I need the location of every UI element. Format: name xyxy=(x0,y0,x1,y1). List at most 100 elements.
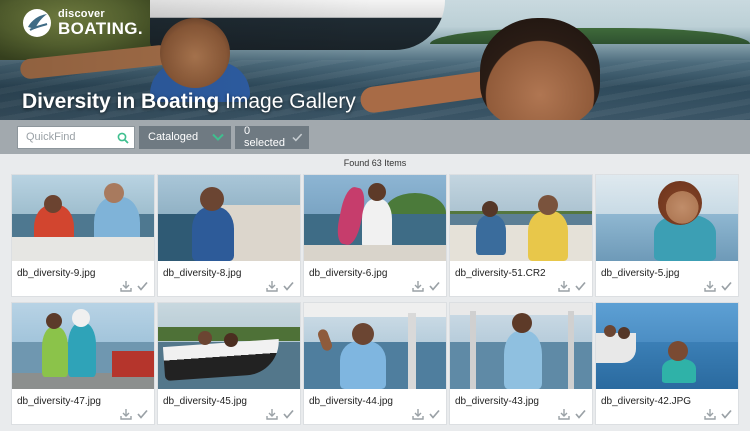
catalog-filter-label: Cataloged xyxy=(148,131,199,143)
image-card[interactable]: db_diversity-6.jpg xyxy=(304,175,446,296)
image-card[interactable]: db_diversity-9.jpg xyxy=(12,175,154,296)
thumb-head xyxy=(604,325,616,337)
thumbnail[interactable] xyxy=(596,303,738,389)
select-check-icon[interactable] xyxy=(721,281,732,291)
thumbnail[interactable] xyxy=(450,303,592,389)
file-name: db_diversity-45.jpg xyxy=(163,396,247,407)
file-name: db_diversity-43.jpg xyxy=(455,396,539,407)
download-icon[interactable] xyxy=(412,408,424,420)
hero-banner: discover BOATING. Diversity in Boating I… xyxy=(0,0,750,120)
thumbnail[interactable] xyxy=(304,303,446,389)
thumbnail[interactable] xyxy=(304,175,446,261)
thumb-head xyxy=(512,313,532,333)
page-title-rest: Image Gallery xyxy=(219,90,356,113)
thumb-person xyxy=(476,215,506,255)
thumb-head xyxy=(72,309,90,327)
card-actions xyxy=(704,408,732,420)
thumbnail[interactable] xyxy=(596,175,738,261)
image-card[interactable]: db_diversity-47.jpg xyxy=(12,303,154,424)
file-name: db_diversity-5.jpg xyxy=(601,268,680,279)
file-name: db_diversity-9.jpg xyxy=(17,268,96,279)
thumb-person xyxy=(340,341,386,389)
selection-button[interactable]: 0 selected xyxy=(235,125,309,149)
check-icon xyxy=(292,133,303,142)
select-check-icon[interactable] xyxy=(137,281,148,291)
thumb-person xyxy=(504,331,542,389)
image-card[interactable]: db_diversity-44.jpg xyxy=(304,303,446,424)
page-title-bold: Diversity in Boating xyxy=(22,90,220,113)
catalog-filter-dropdown[interactable]: Cataloged xyxy=(139,125,231,149)
card-actions xyxy=(704,280,732,292)
thumb-head xyxy=(658,181,702,225)
brand-logo[interactable]: discover BOATING. xyxy=(22,8,143,38)
thumb-frame xyxy=(568,311,574,389)
image-card[interactable]: db_diversity-51.CR2 xyxy=(450,175,592,296)
thumb-head xyxy=(104,183,124,203)
thumb-person xyxy=(42,327,68,377)
download-icon[interactable] xyxy=(558,280,570,292)
thumbnail[interactable] xyxy=(12,303,154,389)
download-icon[interactable] xyxy=(558,408,570,420)
select-check-icon[interactable] xyxy=(575,409,586,419)
select-check-icon[interactable] xyxy=(283,281,294,291)
thumb-table xyxy=(450,225,592,261)
download-icon[interactable] xyxy=(412,280,424,292)
image-card[interactable]: db_diversity-43.jpg xyxy=(450,303,592,424)
search-icon[interactable] xyxy=(117,132,129,144)
select-check-icon[interactable] xyxy=(721,409,732,419)
download-icon[interactable] xyxy=(266,408,278,420)
download-icon[interactable] xyxy=(120,280,132,292)
download-icon[interactable] xyxy=(704,408,716,420)
thumb-person xyxy=(528,211,568,261)
thumb-head xyxy=(198,331,212,345)
card-actions xyxy=(266,408,294,420)
toolbar: Cataloged 0 selected xyxy=(0,120,750,154)
thumb-head xyxy=(482,201,498,217)
results-count: Found 63 Items xyxy=(343,158,407,168)
thumbnail[interactable] xyxy=(12,175,154,261)
card-actions xyxy=(412,280,440,292)
selection-count: 0 selected xyxy=(244,125,285,149)
select-check-icon[interactable] xyxy=(137,409,148,419)
thumb-head xyxy=(368,183,386,201)
card-actions xyxy=(266,280,294,292)
thumb-head xyxy=(44,195,62,213)
thumb-boat xyxy=(12,237,154,261)
quickfind-search xyxy=(17,125,135,149)
file-name: db_diversity-47.jpg xyxy=(17,396,101,407)
file-name: db_diversity-8.jpg xyxy=(163,268,242,279)
image-card[interactable]: db_diversity-8.jpg xyxy=(158,175,300,296)
thumb-head xyxy=(618,327,630,339)
thumb-person xyxy=(662,359,696,383)
file-name: db_diversity-42.JPG xyxy=(601,396,692,407)
thumbnail[interactable] xyxy=(158,175,300,261)
thumbnail[interactable] xyxy=(158,303,300,389)
file-name: db_diversity-51.CR2 xyxy=(455,268,546,279)
download-icon[interactable] xyxy=(704,280,716,292)
thumb-boat xyxy=(596,333,636,363)
thumb-boat xyxy=(112,351,154,377)
chevron-down-icon xyxy=(212,133,224,141)
card-actions xyxy=(120,280,148,292)
download-icon[interactable] xyxy=(266,280,278,292)
select-check-icon[interactable] xyxy=(575,281,586,291)
thumb-head xyxy=(46,313,62,329)
file-name: db_diversity-6.jpg xyxy=(309,268,388,279)
select-check-icon[interactable] xyxy=(429,409,440,419)
card-actions xyxy=(412,408,440,420)
thumb-head xyxy=(538,195,558,215)
image-card[interactable]: db_diversity-45.jpg xyxy=(158,303,300,424)
thumb-head xyxy=(224,333,238,347)
image-card[interactable]: db_diversity-42.JPG xyxy=(596,303,738,424)
select-check-icon[interactable] xyxy=(283,409,294,419)
image-card[interactable]: db_diversity-5.jpg xyxy=(596,175,738,296)
select-check-icon[interactable] xyxy=(429,281,440,291)
card-actions xyxy=(120,408,148,420)
thumbnail[interactable] xyxy=(450,175,592,261)
image-grid: db_diversity-9.jpg db_diversity-8.jpg db… xyxy=(12,175,738,424)
thumb-head xyxy=(352,323,374,345)
thumb-boat xyxy=(304,245,446,261)
thumb-frame xyxy=(408,313,416,389)
search-input[interactable] xyxy=(18,127,114,147)
download-icon[interactable] xyxy=(120,408,132,420)
